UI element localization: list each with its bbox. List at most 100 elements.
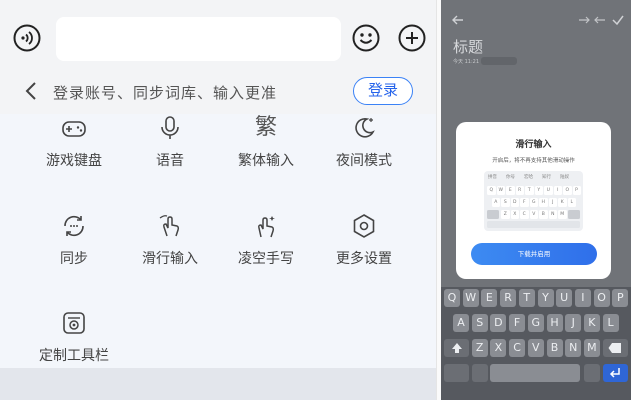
- candidate-word: 你号: [506, 175, 515, 180]
- back-arrow-icon[interactable]: [451, 13, 465, 27]
- mini-key: G: [529, 198, 538, 207]
- tool-label: 滑行输入: [142, 251, 198, 267]
- emoji-icon[interactable]: [352, 24, 380, 52]
- mini-key: B: [539, 210, 548, 219]
- note-editor-dimmed: 标题 今天 11:21 滑行输入 开启后，将不再支持其他滑动操作 拼音 你号 宏…: [441, 0, 631, 287]
- dialog-subtitle: 开启后，将不再支持其他滑动操作: [492, 158, 575, 164]
- mini-key: Y: [534, 186, 543, 195]
- keyboard-key[interactable]: D: [490, 314, 507, 332]
- keyboard-key[interactable]: B: [546, 339, 563, 357]
- tool-game-keyboard[interactable]: 游戏键盘: [24, 114, 124, 170]
- lang-switch-key[interactable]: [583, 364, 600, 382]
- keyboard-key[interactable]: A: [453, 314, 469, 332]
- tool-night-mode[interactable]: 夜间模式: [314, 114, 414, 170]
- mini-key: M: [558, 210, 567, 219]
- dialog-title: 滑行输入: [515, 140, 552, 150]
- traditional-char-icon: 繁: [254, 115, 277, 140]
- bottom-strip: [0, 368, 436, 400]
- tool-voice[interactable]: 语音: [120, 114, 220, 170]
- candidate-word: 陆奴: [560, 175, 569, 180]
- tool-sync[interactable]: 同步: [24, 212, 124, 268]
- enter-arrow-icon: [610, 368, 620, 378]
- tool-label: 游戏键盘: [46, 153, 102, 169]
- keyboard-key[interactable]: E: [481, 289, 498, 307]
- keyboard-key[interactable]: P: [612, 289, 629, 307]
- keyboard-key[interactable]: T: [518, 289, 535, 307]
- toolbar-grid: 游戏键盘 语音 繁 繁体输入 夜间模式 同步 滑行输入 凌空手写 更多设置 定制…: [0, 114, 436, 368]
- mini-key: O: [563, 186, 572, 195]
- login-button[interactable]: 登录: [353, 77, 413, 105]
- login-banner: 登录账号、同步词库、输入更准 登录: [0, 68, 436, 114]
- redo-icon[interactable]: [593, 13, 607, 27]
- microphone-icon: [161, 116, 179, 139]
- symbol-key[interactable]: [444, 364, 469, 382]
- check-icon[interactable]: [611, 13, 625, 27]
- space-key[interactable]: [490, 364, 581, 382]
- keyboard-key[interactable]: L: [602, 314, 619, 332]
- keyboard-key[interactable]: J: [565, 314, 582, 332]
- mini-space-row: [487, 221, 580, 228]
- keyboard-key[interactable]: N: [565, 339, 582, 357]
- note-category-chip[interactable]: [481, 57, 517, 65]
- tool-traditional-input[interactable]: 繁 繁体输入: [216, 114, 316, 170]
- mini-key: T: [525, 186, 534, 195]
- mini-key: C: [520, 210, 529, 219]
- mini-shift-key: [487, 210, 499, 219]
- mini-key: L: [567, 198, 576, 207]
- emoji-key[interactable]: [471, 364, 488, 382]
- moon-icon: [355, 118, 375, 138]
- keyboard-key[interactable]: H: [546, 314, 563, 332]
- mini-keyboard-preview: 拼音 你号 宏哈 知行 陆奴 Q W E R T Y U I O P A S D: [484, 171, 583, 231]
- shift-key[interactable]: [444, 339, 469, 357]
- settings-hexagon-icon: [353, 214, 375, 238]
- mini-key: R: [515, 186, 524, 195]
- keyboard-key[interactable]: K: [583, 314, 600, 332]
- keyboard-key[interactable]: M: [583, 339, 600, 357]
- tool-custom-toolbar[interactable]: 定制工具栏: [24, 309, 124, 365]
- keyboard-key[interactable]: C: [509, 339, 526, 357]
- mini-key: V: [529, 210, 538, 219]
- text-input[interactable]: [56, 17, 341, 61]
- keyboard-key[interactable]: S: [471, 314, 488, 332]
- backspace-key[interactable]: [602, 339, 628, 357]
- mini-backspace-key: [568, 210, 580, 219]
- candidate-word: 宏哈: [524, 175, 533, 180]
- tool-label: 繁体输入: [238, 153, 294, 169]
- tool-more-settings[interactable]: 更多设置: [314, 212, 414, 268]
- mini-key: D: [510, 198, 519, 207]
- phone-keyboard: Q W E R T Y U I O P A S D F G H J K L Z …: [441, 287, 631, 400]
- phone-screenshot: 标题 今天 11:21 滑行输入 开启后，将不再支持其他滑动操作 拼音 你号 宏…: [441, 0, 631, 400]
- ime-toolbar-panel: 登录账号、同步词库、输入更准 登录 游戏键盘 语音 繁 繁体输入 夜间模式 同步…: [0, 0, 436, 400]
- keyboard-key[interactable]: X: [490, 339, 507, 357]
- keyboard-key[interactable]: Q: [444, 289, 460, 307]
- enter-key[interactable]: [602, 364, 628, 382]
- mini-key: K: [558, 198, 567, 207]
- keyboard-key[interactable]: O: [593, 289, 610, 307]
- keyboard-key[interactable]: U: [556, 289, 573, 307]
- mini-key: A: [491, 198, 500, 207]
- keyboard-key[interactable]: W: [462, 289, 479, 307]
- tool-air-handwriting[interactable]: 凌空手写: [216, 212, 316, 268]
- chevron-left-icon[interactable]: [24, 81, 38, 101]
- backspace-icon: [608, 343, 622, 353]
- custom-toolbar-icon: [63, 312, 85, 334]
- plus-icon[interactable]: [398, 24, 426, 52]
- keyboard-key[interactable]: G: [527, 314, 544, 332]
- tool-label: 同步: [60, 251, 88, 267]
- keyboard-key[interactable]: F: [509, 314, 526, 332]
- keyboard-key[interactable]: I: [574, 289, 591, 307]
- mini-key: Q: [487, 186, 496, 195]
- keyboard-key[interactable]: R: [500, 289, 517, 307]
- tool-label: 凌空手写: [238, 251, 294, 267]
- mini-key: S: [501, 198, 510, 207]
- tool-swipe-input[interactable]: 滑行输入: [120, 212, 220, 268]
- keyboard-key[interactable]: Y: [537, 289, 554, 307]
- undo-icon[interactable]: [577, 13, 591, 27]
- keyboard-key[interactable]: V: [527, 339, 544, 357]
- voice-icon[interactable]: [13, 24, 41, 52]
- keyboard-key[interactable]: Z: [471, 339, 488, 357]
- download-enable-button[interactable]: 下载并启用: [471, 243, 597, 265]
- note-title[interactable]: 标题: [453, 36, 483, 57]
- note-meta: 今天 11:21: [453, 59, 479, 65]
- sync-icon: [64, 215, 84, 237]
